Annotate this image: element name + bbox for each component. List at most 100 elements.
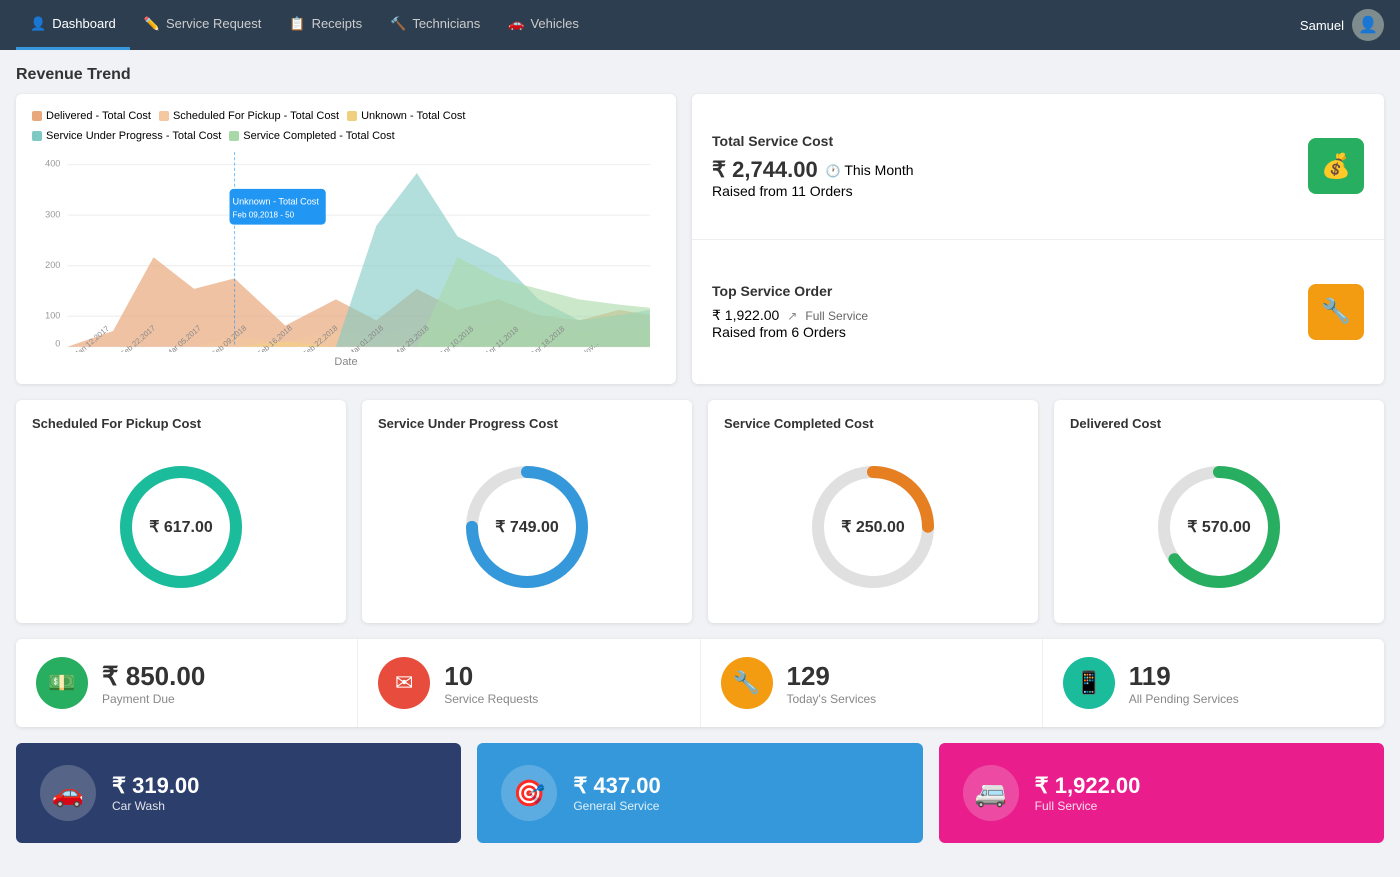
donut-scheduled-title: Scheduled For Pickup Cost	[32, 416, 201, 431]
full-service-amount: ₹ 1,922.00	[1035, 773, 1141, 799]
car-wash-icon: 🚗	[40, 765, 96, 821]
donut-progress-title: Service Under Progress Cost	[378, 416, 558, 431]
nav-technicians[interactable]: 🔨 Technicians	[376, 0, 494, 50]
donut-progress: Service Under Progress Cost ₹ 749.00	[362, 400, 692, 623]
donut-progress-chart: ₹ 749.00	[378, 447, 676, 607]
total-service-period: 🕐 This Month	[826, 162, 914, 178]
donut-progress-amount: ₹ 749.00	[495, 517, 559, 537]
nav-technicians-label: Technicians	[412, 16, 480, 31]
legend-label-scheduled: Scheduled For Pickup - Total Cost	[173, 110, 339, 122]
revenue-section: Delivered - Total Cost Scheduled For Pic…	[16, 94, 1384, 384]
donut-delivered-title: Delivered Cost	[1070, 416, 1161, 431]
username: Samuel	[1300, 18, 1344, 33]
pending-services-number: 119	[1129, 661, 1239, 692]
top-service-info: Top Service Order ₹ 1,922.00 ↗ Full Serv…	[712, 283, 868, 340]
svg-text:0: 0	[55, 339, 60, 349]
stat-todays-services: 🔧 129 Today's Services	[701, 639, 1043, 727]
pending-services-info: 119 All Pending Services	[1129, 661, 1239, 706]
chart-legend: Delivered - Total Cost Scheduled For Pic…	[32, 110, 660, 142]
top-service-icon: 🔧	[1308, 284, 1364, 340]
receipts-icon: 📋	[289, 16, 305, 32]
donut-row: Scheduled For Pickup Cost ₹ 617.00 Servi…	[16, 400, 1384, 623]
full-service-info: ₹ 1,922.00 Full Service	[1035, 773, 1141, 813]
full-service-icon: 🚐	[963, 765, 1019, 821]
nav-vehicles[interactable]: 🚗 Vehicles	[494, 0, 593, 50]
avatar: 👤	[1352, 9, 1384, 41]
payment-due-icon: 💵	[36, 657, 88, 709]
service-requests-label: Service Requests	[444, 692, 538, 706]
navbar: 👤 Dashboard ✏️ Service Request 📋 Receipt…	[0, 0, 1400, 50]
legend-label-progress: Service Under Progress - Total Cost	[46, 130, 221, 142]
svg-text:400: 400	[45, 159, 60, 169]
legend-dot-delivered	[32, 111, 42, 121]
legend-label-unknown: Unknown - Total Cost	[361, 110, 465, 122]
revenue-section-title: Revenue Trend	[16, 66, 1384, 84]
legend-dot-completed	[229, 131, 239, 141]
car-wash-card: 🚗 ₹ 319.00 Car Wash	[16, 743, 461, 843]
nav-receipts[interactable]: 📋 Receipts	[275, 0, 376, 50]
donut-completed-title: Service Completed Cost	[724, 416, 874, 431]
donut-scheduled: Scheduled For Pickup Cost ₹ 617.00	[16, 400, 346, 623]
donut-scheduled-chart: ₹ 617.00	[32, 447, 330, 607]
legend-dot-unknown	[347, 111, 357, 121]
general-service-info: ₹ 437.00 General Service	[573, 773, 660, 813]
service-request-icon: ✏️	[144, 16, 160, 32]
donut-delivered-chart: ₹ 570.00	[1070, 447, 1368, 607]
stats-row: 💵 ₹ 850.00 Payment Due ✉ 10 Service Requ…	[16, 639, 1384, 727]
nav-dashboard[interactable]: 👤 Dashboard	[16, 0, 130, 50]
x-axis-label: Date	[32, 356, 660, 368]
car-wash-amount: ₹ 319.00	[112, 773, 199, 799]
pending-services-icon: 📱	[1063, 657, 1115, 709]
top-service-sub: Raised from 6 Orders	[712, 324, 868, 340]
total-service-sub: Raised from 11 Orders	[712, 183, 914, 199]
service-requests-number: 10	[444, 661, 538, 692]
donut-scheduled-amount: ₹ 617.00	[149, 517, 213, 537]
legend-progress: Service Under Progress - Total Cost	[32, 130, 221, 142]
total-service-icon: 💰	[1308, 138, 1364, 194]
donut-completed: Service Completed Cost ₹ 250.00	[708, 400, 1038, 623]
donut-delivered-amount: ₹ 570.00	[1187, 517, 1251, 537]
nav-dashboard-label: Dashboard	[52, 16, 116, 31]
general-service-label: General Service	[573, 799, 660, 813]
todays-services-label: Today's Services	[787, 692, 877, 706]
full-service-card: 🚐 ₹ 1,922.00 Full Service	[939, 743, 1384, 843]
car-wash-label: Car Wash	[112, 799, 199, 813]
nav-receipts-label: Receipts	[312, 16, 363, 31]
svg-text:100: 100	[45, 310, 60, 320]
total-service-amount: ₹ 2,744.00	[712, 157, 818, 182]
legend-dot-scheduled	[159, 111, 169, 121]
svg-text:200: 200	[45, 260, 60, 270]
top-service-order-card: Top Service Order ₹ 1,922.00 ↗ Full Serv…	[692, 240, 1384, 385]
svg-text:Feb 09,2018 - 50: Feb 09,2018 - 50	[233, 210, 295, 219]
chart-area: 400 300 200 100 0	[32, 152, 660, 352]
stat-pending-services: 📱 119 All Pending Services	[1043, 639, 1384, 727]
nav-vehicles-label: Vehicles	[530, 16, 578, 31]
total-service-info: Total Service Cost ₹ 2,744.00 🕐 This Mon…	[712, 133, 914, 199]
legend-scheduled: Scheduled For Pickup - Total Cost	[159, 110, 339, 122]
stat-payment-due: 💵 ₹ 850.00 Payment Due	[16, 639, 358, 727]
donut-completed-chart: ₹ 250.00	[724, 447, 1022, 607]
legend-label-delivered: Delivered - Total Cost	[46, 110, 151, 122]
top-service-amount: ₹ 1,922.00	[712, 307, 779, 324]
colored-cards-row: 🚗 ₹ 319.00 Car Wash 🎯 ₹ 437.00 General S…	[16, 743, 1384, 843]
right-stat-cards: Total Service Cost ₹ 2,744.00 🕐 This Mon…	[692, 94, 1384, 384]
payment-due-number: ₹ 850.00	[102, 661, 205, 692]
svg-text:300: 300	[45, 209, 60, 219]
total-service-title: Total Service Cost	[712, 133, 914, 149]
todays-services-icon: 🔧	[721, 657, 773, 709]
legend-dot-progress	[32, 131, 42, 141]
vehicles-icon: 🚗	[508, 16, 524, 32]
nav-service-request[interactable]: ✏️ Service Request	[130, 0, 276, 50]
stat-service-requests: ✉ 10 Service Requests	[358, 639, 700, 727]
user-area: Samuel 👤	[1300, 9, 1384, 41]
service-requests-info: 10 Service Requests	[444, 661, 538, 706]
svg-text:Unknown - Total Cost: Unknown - Total Cost	[233, 196, 320, 206]
legend-completed: Service Completed - Total Cost	[229, 130, 394, 142]
technicians-icon: 🔨	[390, 16, 406, 32]
chart-card: Delivered - Total Cost Scheduled For Pic…	[16, 94, 676, 384]
legend-delivered: Delivered - Total Cost	[32, 110, 151, 122]
todays-services-number: 129	[787, 661, 877, 692]
payment-due-label: Payment Due	[102, 692, 205, 706]
legend-label-completed: Service Completed - Total Cost	[243, 130, 394, 142]
donut-completed-amount: ₹ 250.00	[841, 517, 905, 537]
